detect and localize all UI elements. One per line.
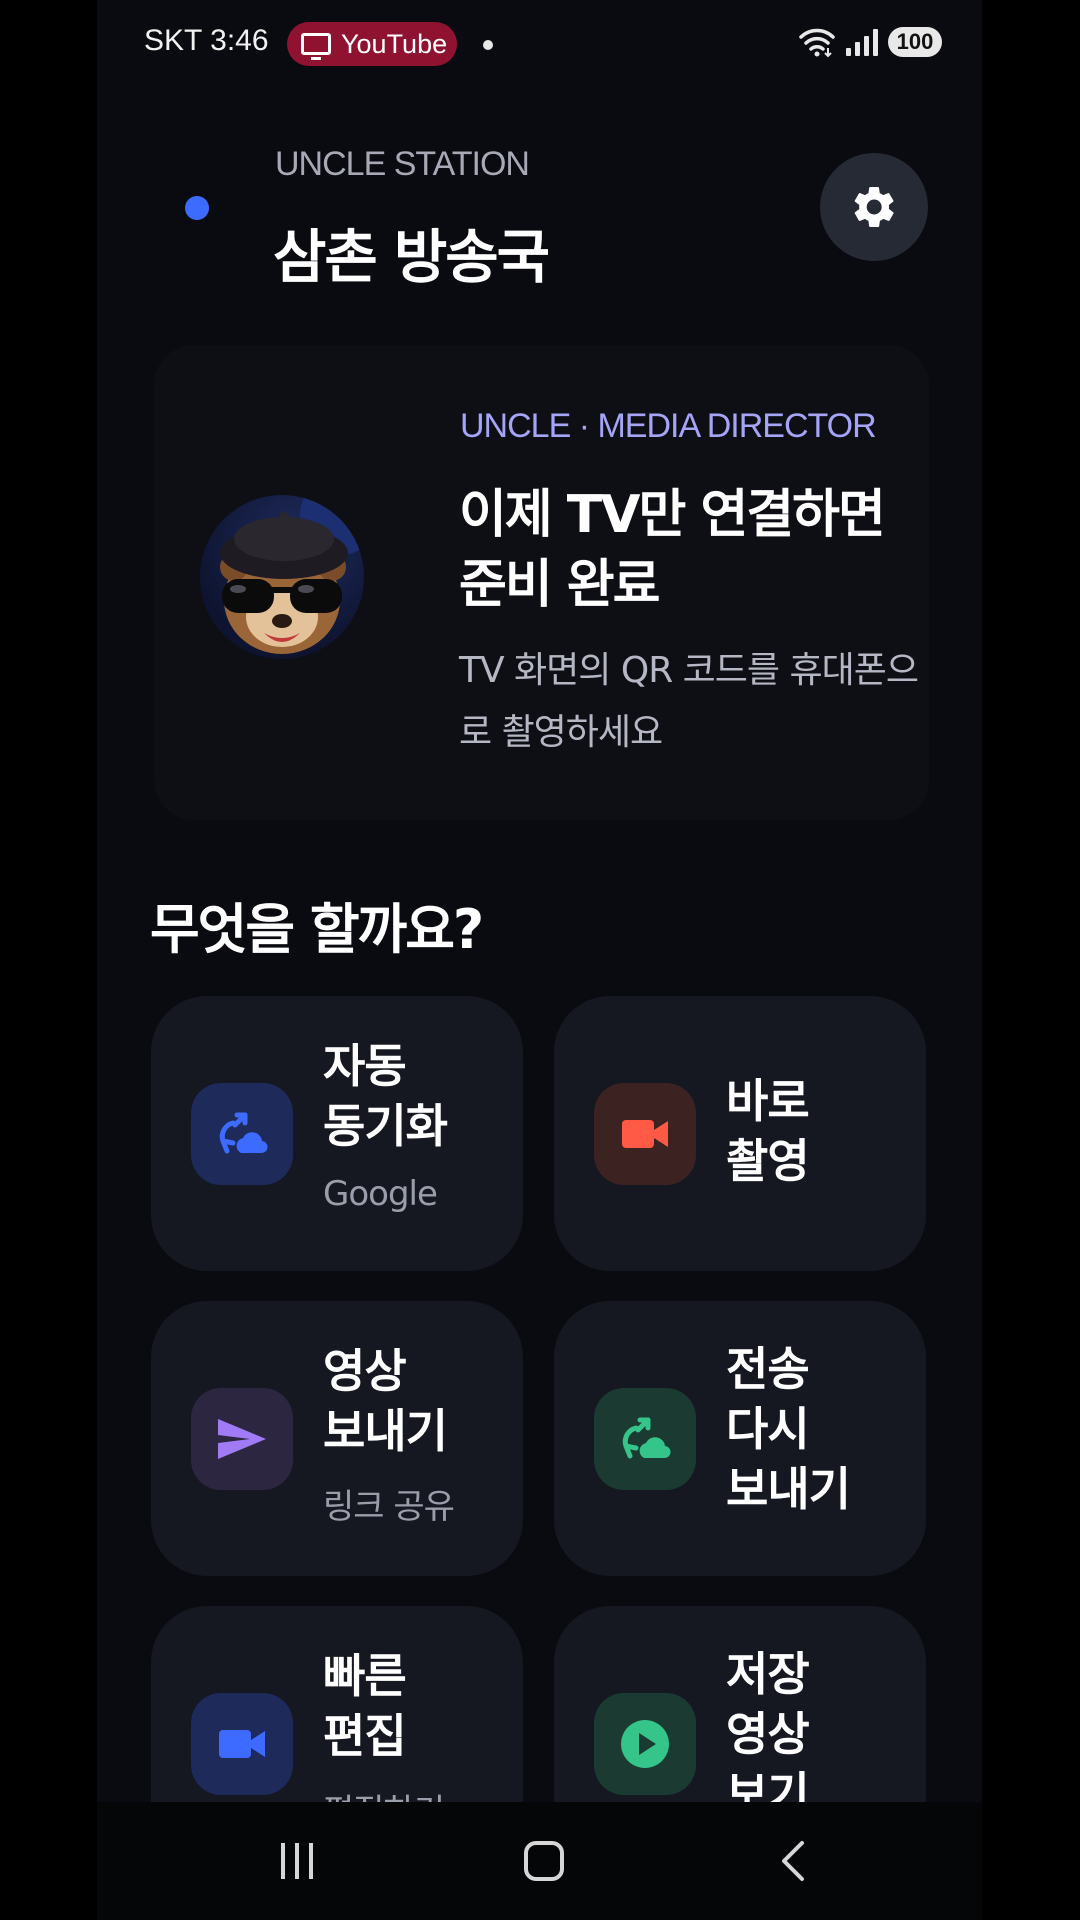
tile-icon-bg <box>191 1083 293 1185</box>
tile-label: 저장 영상 보기 <box>726 1647 810 1821</box>
status-card: UNCLE · MEDIA DIRECTOR 이제 TV만 연결하면 준비 완료… <box>154 345 929 820</box>
tile-label: 전송 다시 보내기 <box>726 1342 851 1516</box>
tile-icon-bg <box>191 1388 293 1490</box>
settings-button[interactable] <box>820 153 928 261</box>
carrier-time: SKT 3:46 <box>144 24 269 57</box>
hero-kicker: UNCLE · MEDIA DIRECTOR <box>460 407 877 445</box>
status-icons: 100 <box>798 26 942 58</box>
tile-label: 바로 촬영 <box>726 1074 810 1188</box>
video-camera-icon <box>622 1120 668 1148</box>
tile-sublabel: Google <box>323 1174 438 1214</box>
play-circle-icon <box>621 1720 669 1768</box>
tile-icon-bg <box>594 1388 696 1490</box>
hero-description: TV 화면의 QR 코드를 휴대폰으로 촬영하세요 <box>459 650 919 753</box>
back-icon <box>782 1841 804 1881</box>
otter-character-avatar <box>220 495 364 654</box>
app-screen: SKT 3:46 YouTube 100 UNCLE STATION 삼촌 방송… <box>97 0 982 1920</box>
hero-title: 이제 TV만 연결하면 준비 완료 <box>459 485 886 615</box>
tile-send-video[interactable]: 영상 보내기 링크 공유 <box>151 1301 523 1576</box>
recents-button[interactable] <box>237 1802 357 1920</box>
cellular-signal-icon <box>846 28 878 56</box>
cloud-sync-icon <box>622 1417 671 1459</box>
youtube-casting-chip[interactable]: YouTube <box>287 22 457 66</box>
home-button[interactable] <box>484 1802 604 1920</box>
battery-indicator: 100 <box>888 27 942 57</box>
youtube-chip-label: YouTube <box>341 28 448 59</box>
notification-dot <box>483 40 493 50</box>
send-icon <box>218 1419 266 1459</box>
wifi-icon <box>799 28 835 58</box>
app-title: 삼촌 방송국 <box>273 223 550 291</box>
tile-icon-bg <box>191 1693 293 1795</box>
back-button[interactable] <box>733 1802 853 1920</box>
live-indicator-dot <box>185 196 209 220</box>
tile-icon-bg <box>594 1693 696 1795</box>
tile-resend[interactable]: 전송 다시 보내기 <box>554 1301 926 1576</box>
tile-icon-bg <box>594 1083 696 1185</box>
system-nav-bar <box>97 1802 982 1920</box>
tile-label: 영상 보내기 <box>323 1344 448 1458</box>
tile-label: 빠른 편집 <box>323 1649 407 1763</box>
app-subtitle: UNCLE STATION <box>275 145 530 183</box>
video-camera-icon <box>219 1730 265 1758</box>
gear-icon <box>854 186 894 227</box>
tile-label: 자동 동기화 <box>323 1039 448 1153</box>
tile-auto-sync[interactable]: 자동 동기화 Google <box>151 996 523 1271</box>
cloud-sync-icon <box>219 1112 268 1154</box>
tile-sublabel: 링크 공유 <box>323 1487 455 1527</box>
director-avatar <box>200 495 364 659</box>
home-icon <box>524 1841 564 1881</box>
status-bar: SKT 3:46 YouTube 100 <box>97 0 982 90</box>
section-title: 무엇을 할까요? <box>150 898 484 961</box>
recents-icon <box>281 1843 313 1879</box>
tv-icon <box>301 33 331 60</box>
tile-record-now[interactable]: 바로 촬영 <box>554 996 926 1271</box>
